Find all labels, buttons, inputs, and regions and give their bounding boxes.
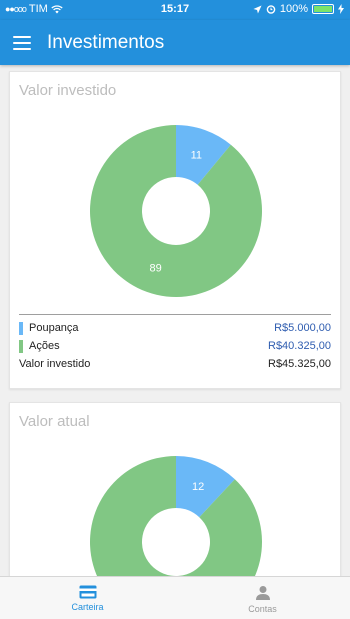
legend-value: R$40.325,00 — [268, 340, 331, 352]
invested-donut-chart: 11 89 — [90, 125, 262, 297]
card-title: Valor investido — [19, 82, 117, 99]
current-value-card: Valor atual 1288 — [9, 402, 341, 592]
legend-row-poupanca: Poupança R$5.000,00 — [19, 319, 331, 337]
app-bar: Investimentos — [0, 20, 350, 65]
donut-slice-aes — [90, 125, 262, 297]
page-title: Investimentos — [47, 31, 165, 53]
person-icon — [255, 586, 270, 600]
total-value: R$45.325,00 — [268, 358, 331, 370]
legend-swatch — [19, 339, 23, 353]
legend-divider — [19, 314, 331, 315]
wallet-card-icon — [79, 585, 96, 599]
legend-value: R$5.000,00 — [274, 322, 331, 334]
donut-data-label: 89 — [150, 262, 162, 274]
alarm-icon — [266, 5, 276, 14]
legend-label: Poupança — [29, 322, 79, 334]
battery-icon — [312, 4, 334, 14]
current-donut-chart: 1288 — [90, 456, 262, 591]
tab-contas[interactable]: Contas — [175, 577, 350, 619]
total-label: Valor investido — [19, 358, 91, 370]
battery-percent: 100% — [279, 3, 308, 15]
tab-label: Contas — [248, 604, 277, 614]
legend-row-acoes: Ações R$40.325,00 — [19, 337, 331, 355]
donut-data-label: 12 — [192, 481, 204, 493]
status-bar: ●●ooo TIM 15:17 100% — [0, 0, 350, 20]
donut-data-label: 11 — [191, 150, 202, 162]
location-arrow-icon — [253, 4, 262, 14]
legend-swatch — [19, 321, 23, 335]
tab-carteira[interactable]: Carteira — [0, 577, 175, 619]
legend-row-total: Valor investido R$45.325,00 — [19, 355, 331, 373]
legend-label: Ações — [29, 340, 60, 352]
status-right: 100% — [253, 3, 344, 15]
donut-slice-aes — [90, 456, 262, 591]
charging-bolt-icon — [338, 4, 344, 14]
invested-value-card: Valor investido 11 89 Poupança R$5.000,00… — [9, 71, 341, 389]
bottom-tab-bar: Carteira Contas — [0, 576, 350, 619]
card-title: Valor atual — [19, 413, 90, 430]
hamburger-menu-icon[interactable] — [13, 35, 31, 50]
tab-label: Carteira — [71, 602, 104, 612]
